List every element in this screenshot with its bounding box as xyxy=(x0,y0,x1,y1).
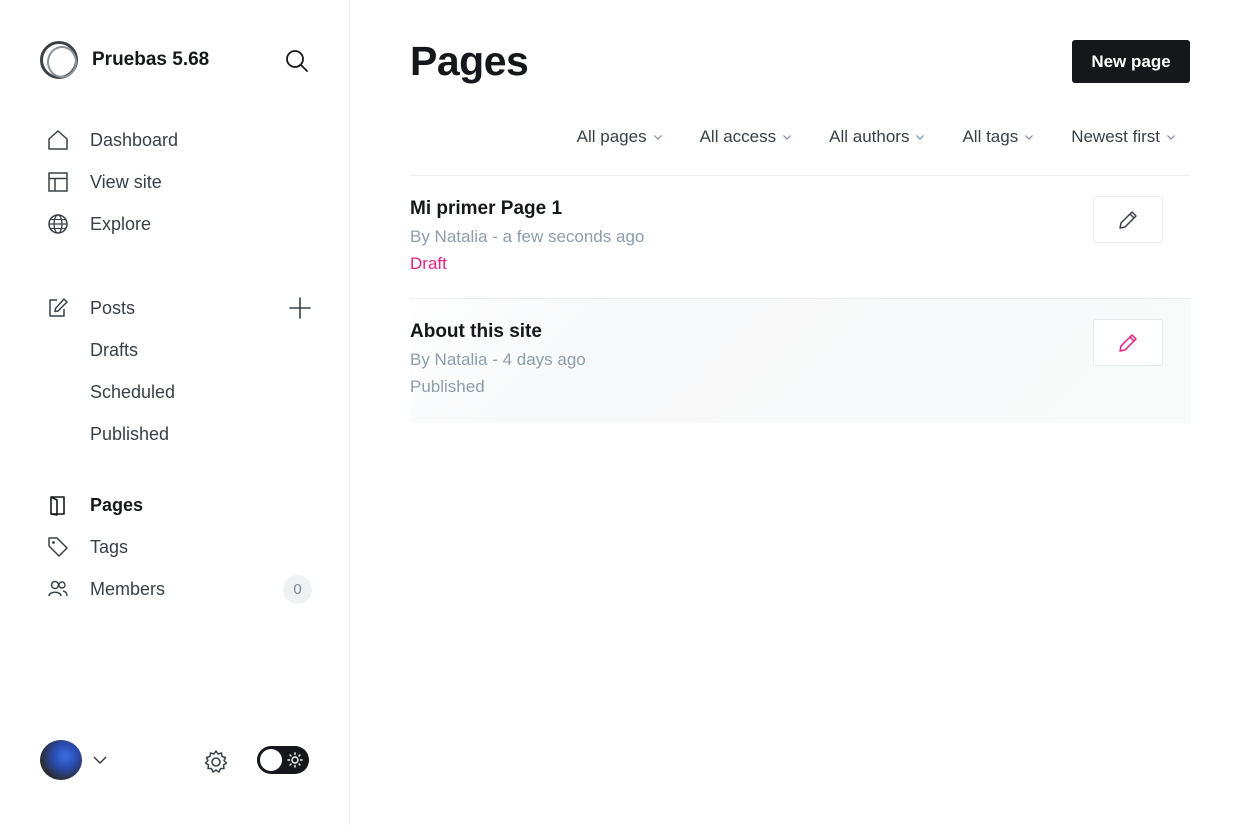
sidebar-item-explore[interactable]: Explore xyxy=(40,203,312,245)
toggle-knob xyxy=(260,749,282,771)
filter-tags[interactable]: All tags xyxy=(962,127,1034,147)
main-content: Pages New page All pages All access All … xyxy=(410,0,1190,825)
chevron-down-icon xyxy=(783,135,792,140)
sidebar-item-label: Tags xyxy=(90,536,129,557)
filter-sort[interactable]: Newest first xyxy=(1071,127,1176,147)
search-icon[interactable] xyxy=(284,48,310,74)
chevron-down-icon xyxy=(1025,135,1034,140)
page-icon xyxy=(40,494,78,516)
members-count-badge: 0 xyxy=(283,575,312,604)
sidebar-item-label: Dashboard xyxy=(90,129,179,150)
filter-label: Newest first xyxy=(1071,127,1160,146)
list-item[interactable]: About this site By Natalia - 4 days ago … xyxy=(410,299,1190,423)
edit-icon xyxy=(40,297,78,319)
theme-toggle[interactable] xyxy=(257,746,309,774)
add-post-button[interactable] xyxy=(288,296,312,320)
sidebar-item-label: Members xyxy=(90,578,166,599)
members-icon xyxy=(40,578,78,600)
brand[interactable]: Pruebas 5.68 xyxy=(40,40,310,80)
filter-authors[interactable]: All authors xyxy=(829,127,925,147)
sidebar-item-pages[interactable]: Pages xyxy=(40,484,312,526)
filter-access[interactable]: All access xyxy=(700,127,793,147)
sidebar-item-members[interactable]: Members 0 xyxy=(40,568,312,610)
main-nav: Dashboard View site Explore xyxy=(40,119,312,245)
sidebar-item-label: Explore xyxy=(90,213,152,234)
page-title: Pages xyxy=(410,38,529,84)
sidebar-subitem-drafts[interactable]: Drafts xyxy=(40,329,312,371)
sidebar-footer xyxy=(40,740,310,780)
gear-icon[interactable] xyxy=(202,748,230,776)
chevron-down-icon xyxy=(1167,135,1175,140)
status-badge: Published xyxy=(410,377,485,396)
tag-icon xyxy=(40,536,78,558)
filter-label: All access xyxy=(699,127,777,146)
pencil-icon xyxy=(1119,333,1137,352)
brand-title: Pruebas 5.68 xyxy=(92,49,210,70)
sidebar-item-tags[interactable]: Tags xyxy=(40,526,312,568)
filter-type[interactable]: All pages xyxy=(577,127,663,147)
filter-bar: All pages All access All authors All tag… xyxy=(577,127,1176,147)
content-nav: Pages Tags Members 0 xyxy=(40,484,312,610)
pages-list: Mi primer Page 1 By Natalia - a few seco… xyxy=(410,175,1190,423)
avatar[interactable] xyxy=(40,740,82,780)
pencil-icon xyxy=(1119,210,1137,229)
posts-nav: Posts Drafts Scheduled Published xyxy=(40,287,312,455)
chevron-down-icon[interactable] xyxy=(92,752,108,768)
page-item-meta: By Natalia - 4 days ago xyxy=(410,350,586,369)
sidebar-item-dashboard[interactable]: Dashboard xyxy=(40,119,312,161)
edit-button[interactable] xyxy=(1093,319,1163,366)
layout-icon xyxy=(40,171,78,193)
sidebar-item-label: View site xyxy=(90,171,162,192)
sidebar-item-posts[interactable]: Posts xyxy=(40,287,312,329)
globe-icon xyxy=(40,213,78,235)
sidebar-item-label: Pages xyxy=(90,494,144,515)
filter-label: All authors xyxy=(829,127,910,146)
status-badge: Draft xyxy=(410,254,447,273)
sidebar-subitem-scheduled[interactable]: Scheduled xyxy=(40,371,312,413)
page-item-title: Mi primer Page 1 xyxy=(410,198,563,219)
sidebar-item-label: Posts xyxy=(90,297,136,318)
chevron-down-icon xyxy=(916,135,925,140)
new-page-button[interactable]: New page xyxy=(1072,40,1190,83)
filter-label: All tags xyxy=(962,127,1019,146)
brand-logo xyxy=(40,41,78,79)
sidebar-item-view-site[interactable]: View site xyxy=(40,161,312,203)
chevron-down-icon xyxy=(653,135,662,140)
page-item-meta: By Natalia - a few seconds ago xyxy=(410,227,645,246)
filter-label: All pages xyxy=(576,127,647,146)
home-icon xyxy=(40,129,78,151)
sun-icon xyxy=(287,752,303,768)
sidebar: Pruebas 5.68 Dashboard View site Explore xyxy=(0,0,350,825)
sidebar-subitem-published[interactable]: Published xyxy=(40,413,312,455)
edit-button[interactable] xyxy=(1093,196,1163,243)
list-item[interactable]: Mi primer Page 1 By Natalia - a few seco… xyxy=(410,176,1190,299)
page-item-title: About this site xyxy=(410,321,542,342)
